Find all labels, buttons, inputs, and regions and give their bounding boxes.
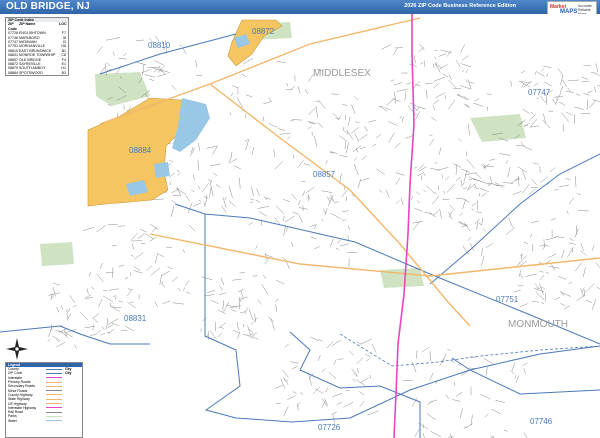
zip-label: 08831 — [124, 314, 147, 323]
map-background — [0, 14, 600, 438]
legend-symbol — [46, 372, 62, 374]
legend-symbol — [46, 368, 62, 370]
zip-code-map[interactable]: 08810 08872 07747 08884 08857 07751 0883… — [0, 14, 600, 438]
legend-symbol — [46, 407, 62, 409]
legend-sample: City — [65, 371, 72, 376]
zip-label: 08857 — [313, 170, 336, 179]
zip-label: 07747 — [528, 88, 551, 97]
legend-symbol — [46, 398, 62, 400]
legend-symbol — [46, 394, 62, 396]
compass-rose-icon — [6, 338, 28, 360]
water-body — [154, 162, 170, 178]
edition-label: 2026 ZIP Code Business Reference Edition — [404, 3, 516, 9]
zip-label: 07726 — [318, 423, 341, 432]
legend-symbol — [46, 381, 62, 383]
legend-label: Water — [8, 418, 17, 423]
title-bar: OLD BRIDGE, NJ 2026 ZIP Code Business Re… — [0, 0, 600, 14]
header-zip: ZIP Code — [8, 22, 17, 31]
header-name: ZIP Name — [19, 22, 36, 27]
park-area — [380, 268, 424, 288]
legend-symbol — [46, 390, 62, 392]
legend-symbol — [46, 420, 62, 422]
zip-label: 07746 — [530, 417, 553, 426]
map-legend: Legend County City ZIP Code City Interstate P… — [5, 362, 83, 438]
legend-symbol — [46, 377, 62, 379]
zip-index-row: 08884 SPOTSWOOD B3 — [8, 70, 66, 75]
county-label: MIDDLESEX — [313, 68, 371, 79]
legend-symbol — [46, 415, 62, 417]
park-area — [40, 242, 74, 266]
zip-index-header: ZIP Code ZIP Name LOC — [6, 22, 68, 31]
legend-symbol — [46, 411, 62, 413]
zip-label: 08872 — [252, 27, 275, 36]
map-title: OLD BRIDGE, NJ — [6, 1, 90, 12]
legend-row: Water — [6, 419, 82, 423]
zip-label: 07751 — [496, 295, 519, 304]
header-loc: LOC — [59, 22, 67, 27]
legend-symbol — [46, 403, 62, 405]
zip-label: 08884 — [129, 146, 152, 155]
zip-code-index: ZIP Code Index ZIP Code ZIP Name LOC 077… — [5, 17, 69, 77]
county-label: MONMOUTH — [508, 319, 568, 330]
legend-rows: County City ZIP Code City Interstate Primary … — [6, 367, 82, 423]
legend-symbol — [46, 385, 62, 387]
zip-label: 08810 — [148, 41, 171, 50]
